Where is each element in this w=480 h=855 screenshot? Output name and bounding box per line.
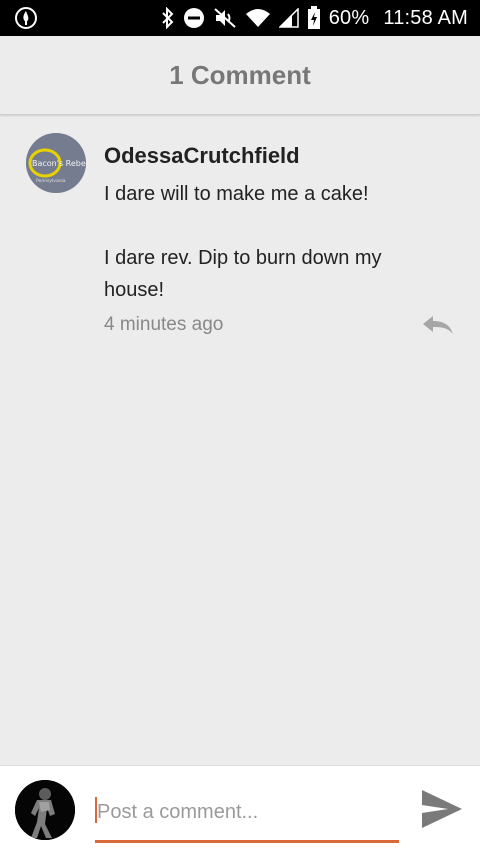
status-bar: 60% 11:58 AM bbox=[0, 0, 480, 36]
comment-timestamp: 4 minutes ago bbox=[104, 314, 224, 335]
comment-body: OdessaCrutchfield I dare will to make me… bbox=[104, 142, 444, 339]
user-avatar[interactable] bbox=[15, 780, 75, 840]
wifi-icon bbox=[245, 8, 271, 28]
reply-icon[interactable] bbox=[420, 314, 456, 338]
battery-percentage: 60% bbox=[328, 6, 370, 29]
avatar-logo-subtext: Pennsylvania bbox=[36, 178, 66, 184]
comment-input-wrapper bbox=[95, 790, 401, 843]
page-title: 1 Comment bbox=[169, 59, 311, 90]
avatar[interactable]: Bacon's Rebe Pennsylvania bbox=[26, 133, 86, 193]
comment-author[interactable]: OdessaCrutchfield bbox=[104, 142, 444, 170]
bluetooth-icon bbox=[161, 7, 175, 29]
battery-charging-icon bbox=[307, 6, 321, 30]
comments-header: 1 Comment bbox=[0, 36, 480, 115]
comment-text: I dare will to make me a cake! I dare re… bbox=[104, 183, 382, 301]
mute-icon bbox=[213, 7, 237, 29]
do-not-disturb-icon bbox=[183, 7, 205, 29]
clock: 11:58 AM bbox=[383, 6, 468, 29]
avatar-logo-text: Bacon's Rebe bbox=[32, 159, 86, 168]
send-icon[interactable] bbox=[420, 788, 464, 830]
comment-input[interactable] bbox=[95, 790, 401, 834]
signal-icon bbox=[278, 8, 299, 28]
comment-composer bbox=[0, 765, 480, 855]
app-notification-icon bbox=[14, 6, 38, 35]
